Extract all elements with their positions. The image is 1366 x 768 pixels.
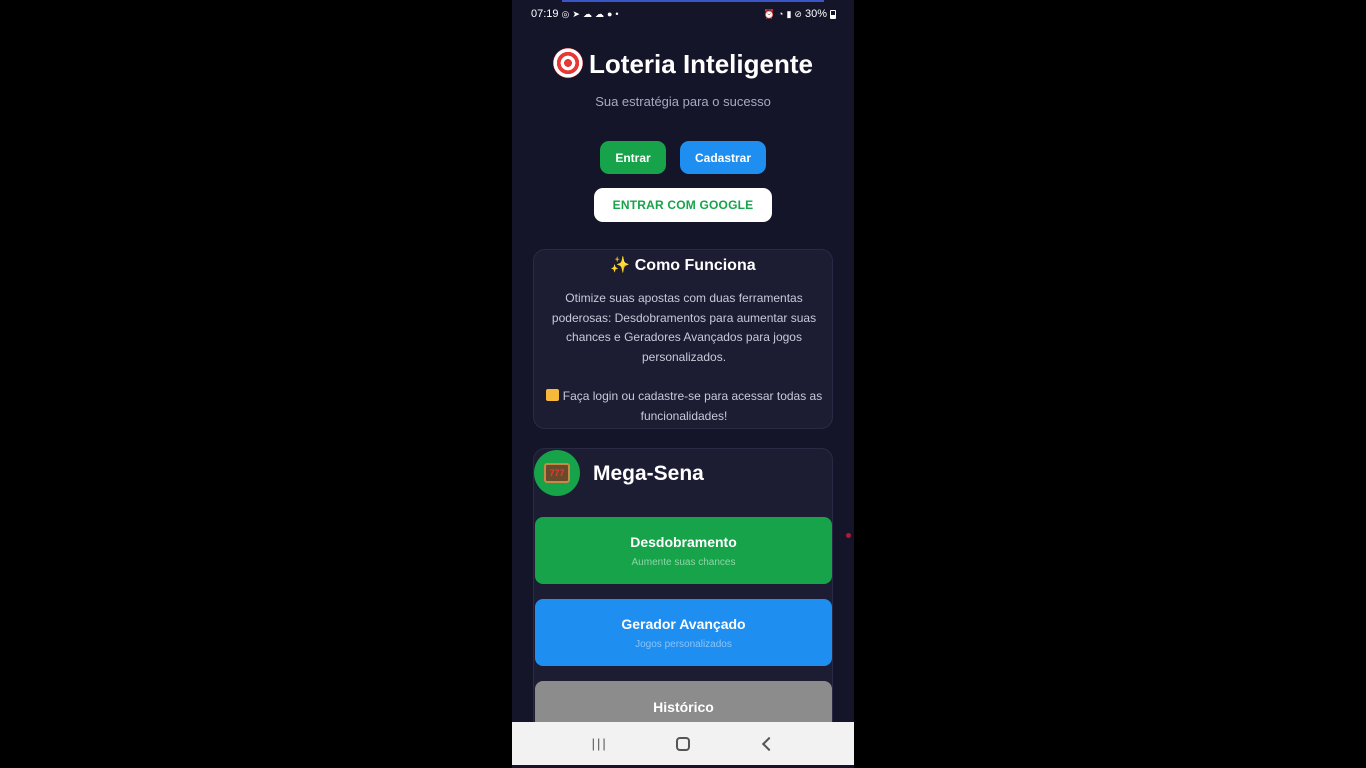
gerador-avancado-title: Gerador Avançado bbox=[621, 616, 746, 632]
signal-icon: ▮ bbox=[786, 8, 792, 19]
chat-icon: ● bbox=[606, 8, 613, 19]
status-bar: 07:19 ◎ ➤ ☁ ☁ ● • ⏰ ◔ ▮ ⊘ 30% bbox=[512, 4, 854, 24]
top-edge-accent bbox=[562, 0, 824, 2]
whatsapp-icon: ◎ bbox=[561, 8, 570, 19]
target-icon bbox=[553, 48, 584, 78]
how-it-works-title: ✨ Como Funciona bbox=[610, 257, 756, 274]
android-nav-bar: ||| bbox=[512, 722, 854, 765]
how-it-works-cta: Faça login ou cadastre-se para acessar t… bbox=[534, 387, 834, 426]
status-left: 07:19 ◎ ➤ ☁ ☁ ● • bbox=[531, 8, 619, 20]
back-icon bbox=[761, 736, 776, 751]
battery-percent: 30% bbox=[804, 8, 827, 20]
mega-sena-title: Mega-Sena bbox=[593, 462, 704, 485]
telegram-icon: ➤ bbox=[572, 8, 580, 19]
slot-machine-reels: 777 bbox=[544, 463, 570, 483]
how-it-works-card: ✨ Como Funciona Otimize suas apostas com… bbox=[533, 249, 833, 429]
page-title-text: Loteria Inteligente bbox=[589, 49, 813, 79]
historico-title: Histórico bbox=[653, 699, 714, 715]
recents-button[interactable]: ||| bbox=[585, 729, 615, 759]
how-it-works-cta-text: Faça login ou cadastre-se para acessar t… bbox=[562, 389, 823, 423]
page-subtitle: Sua estratégia para o sucesso bbox=[595, 94, 771, 109]
login-button[interactable]: Entrar bbox=[600, 141, 666, 174]
dot-icon: • bbox=[615, 8, 619, 19]
status-time: 07:19 bbox=[531, 8, 559, 20]
cloud-icon: ☁ bbox=[582, 8, 592, 19]
lock-icon bbox=[545, 389, 559, 401]
recents-icon: ||| bbox=[591, 736, 608, 751]
home-button[interactable] bbox=[668, 729, 698, 759]
scroll-indicator-dot bbox=[846, 533, 851, 538]
gerador-avancado-button[interactable]: Gerador Avançado Jogos personalizados bbox=[535, 599, 832, 666]
gerador-avancado-subtitle: Jogos personalizados bbox=[635, 639, 732, 650]
cloud-icon: ☁ bbox=[594, 8, 604, 19]
battery-icon bbox=[830, 9, 836, 19]
desdobramento-button[interactable]: Desdobramento Aumente suas chances bbox=[535, 517, 832, 584]
signup-button[interactable]: Cadastrar bbox=[680, 141, 766, 174]
mega-sena-card: 777 Mega-Sena Desdobramento Aumente suas… bbox=[533, 448, 833, 748]
dnd-icon: ⊘ bbox=[794, 8, 802, 19]
phone-screen: 07:19 ◎ ➤ ☁ ☁ ● • ⏰ ◔ ▮ ⊘ 30% Loteria In… bbox=[512, 0, 854, 768]
page-title: Loteria Inteligente bbox=[512, 48, 854, 80]
desdobramento-title: Desdobramento bbox=[630, 534, 737, 550]
google-login-button[interactable]: ENTRAR COM GOOGLE bbox=[594, 188, 772, 222]
how-it-works-description: Otimize suas apostas com duas ferramenta… bbox=[551, 291, 817, 364]
status-right: ⏰ ◔ ▮ ⊘ 30% bbox=[764, 8, 836, 20]
desdobramento-subtitle: Aumente suas chances bbox=[631, 557, 736, 568]
alarm-icon: ⏰ bbox=[763, 8, 776, 19]
back-button[interactable] bbox=[751, 729, 781, 759]
home-icon bbox=[675, 736, 690, 751]
slot-machine-icon: 777 bbox=[534, 450, 580, 496]
wifi-icon: ◔ bbox=[778, 8, 784, 19]
